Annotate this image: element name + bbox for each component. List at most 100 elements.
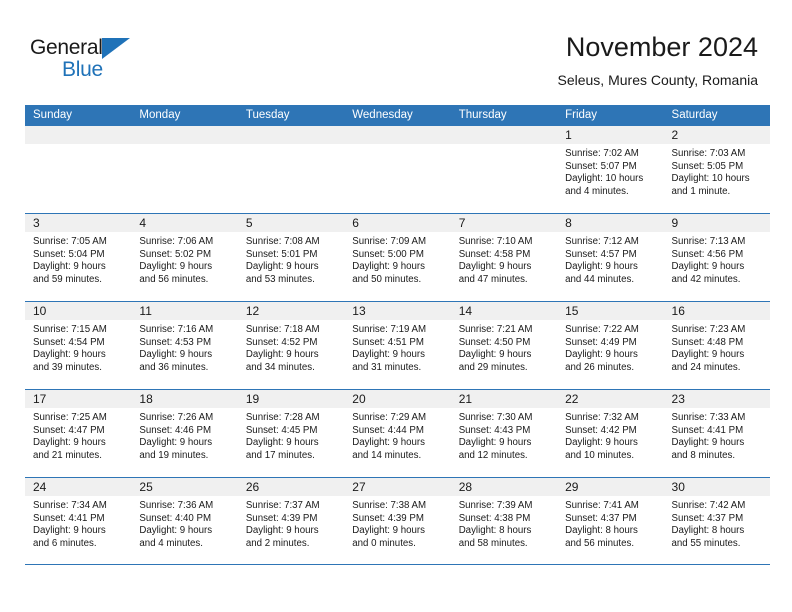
day-cell-26[interactable]: 26 Sunrise: 7:37 AM Sunset: 4:39 PM Dayligh…	[237, 478, 345, 564]
day-cell-12[interactable]: 12 Sunrise: 7:18 AM Sunset: 4:52 PM Dayligh…	[237, 302, 345, 389]
day-number-band: 5	[237, 214, 345, 232]
day-detail-line: Sunset: 4:46 PM	[139, 424, 212, 436]
day-detail-line: Sunset: 4:48 PM	[671, 336, 744, 348]
day-detail-line: Sunrise: 7:19 AM	[352, 324, 427, 335]
day-number-band: 23	[663, 390, 770, 408]
day-detail-line: Sunset: 4:43 PM	[458, 424, 531, 436]
day-cell-empty	[450, 126, 558, 213]
day-detail-line: Sunrise: 7:12 AM	[565, 236, 639, 247]
day-cell-30[interactable]: 30 Sunrise: 7:42 AM Sunset: 4:37 PM Dayligh…	[663, 478, 770, 564]
day-cell-10[interactable]: 10 Sunrise: 7:15 AM Sunset: 4:54 PM Dayligh…	[25, 302, 132, 389]
day-details: Sunrise: 7:26 AM Sunset: 4:46 PM Daylight:…	[131, 408, 237, 462]
day-cell-16[interactable]: 16 Sunrise: 7:23 AM Sunset: 4:48 PM Dayligh…	[663, 302, 770, 389]
day-detail-line: Daylight: 10 hours	[565, 173, 644, 185]
day-cell-25[interactable]: 25 Sunrise: 7:36 AM Sunset: 4:40 PM Dayligh…	[131, 478, 238, 564]
day-cell-11[interactable]: 11 Sunrise: 7:16 AM Sunset: 4:53 PM Dayligh…	[131, 302, 238, 389]
day-detail-line: Daylight: 9 hours	[352, 437, 425, 449]
day-detail-line: and 44 minutes.	[565, 273, 635, 285]
day-cell-13[interactable]: 13 Sunrise: 7:19 AM Sunset: 4:51 PM Dayligh…	[344, 302, 451, 389]
day-detail-line: and 2 minutes.	[245, 537, 310, 549]
day-cell-15[interactable]: 15 Sunrise: 7:22 AM Sunset: 4:49 PM Dayligh…	[557, 302, 664, 389]
day-number: 25	[139, 480, 153, 494]
day-number-band: 20	[344, 390, 451, 408]
day-details: Sunrise: 7:18 AM Sunset: 4:52 PM Daylight:…	[238, 320, 344, 374]
day-cell-18[interactable]: 18 Sunrise: 7:26 AM Sunset: 4:46 PM Dayligh…	[131, 390, 238, 477]
weekday-header-saturday: Saturday	[671, 109, 718, 121]
day-number: 26	[245, 480, 260, 494]
day-cell-6[interactable]: 6 Sunrise: 7:09 AM Sunset: 5:00 PM Daylight…	[344, 214, 451, 301]
day-details: Sunrise: 7:15 AM Sunset: 4:54 PM Daylight:…	[25, 320, 131, 374]
day-detail-line: Daylight: 9 hours	[352, 261, 425, 273]
day-detail-line: and 8 minutes.	[671, 449, 736, 461]
day-number: 11	[139, 304, 152, 318]
day-number: 14	[458, 304, 473, 318]
day-cell-2[interactable]: 2 Sunrise: 7:03 AM Sunset: 5:05 PM Daylight…	[663, 126, 770, 213]
day-cell-14[interactable]: 14 Sunrise: 7:21 AM Sunset: 4:50 PM Dayligh…	[450, 302, 558, 389]
day-details: Sunrise: 7:12 AM Sunset: 4:57 PM Daylight:…	[557, 232, 663, 286]
day-number-band: 7	[450, 214, 558, 232]
day-detail-line: Sunrise: 7:22 AM	[565, 324, 639, 335]
day-cell-22[interactable]: 22 Sunrise: 7:32 AM Sunset: 4:42 PM Dayligh…	[557, 390, 664, 477]
day-details: Sunrise: 7:13 AM Sunset: 4:56 PM Daylight:…	[664, 232, 770, 286]
day-cell-28[interactable]: 28 Sunrise: 7:39 AM Sunset: 4:38 PM Dayligh…	[450, 478, 558, 564]
day-detail-line: and 1 minute.	[671, 185, 731, 197]
day-details: Sunrise: 7:02 AM Sunset: 5:07 PM Daylight:…	[557, 144, 663, 198]
day-detail-line: Daylight: 9 hours	[671, 349, 745, 361]
day-cell-1[interactable]: 1 Sunrise: 7:02 AM Sunset: 5:07 PM Daylight…	[557, 126, 664, 213]
day-cell-23[interactable]: 23 Sunrise: 7:33 AM Sunset: 4:41 PM Dayligh…	[663, 390, 770, 477]
day-number-band: 2	[663, 126, 770, 144]
day-cell-5[interactable]: 5 Sunrise: 7:08 AM Sunset: 5:01 PM Daylight…	[237, 214, 345, 301]
day-detail-line: Sunrise: 7:32 AM	[565, 412, 639, 423]
day-number-band: 1	[557, 126, 664, 144]
day-number-band: 26	[237, 478, 345, 496]
day-detail-line: Sunrise: 7:36 AM	[139, 500, 214, 511]
day-detail-line: and 58 minutes.	[458, 537, 528, 549]
day-cell-17[interactable]: 17 Sunrise: 7:25 AM Sunset: 4:47 PM Dayligh…	[25, 390, 132, 477]
day-detail-line: Sunset: 4:54 PM	[33, 336, 105, 348]
day-details	[344, 144, 450, 148]
day-cell-3[interactable]: 3 Sunrise: 7:05 AM Sunset: 5:04 PM Daylight…	[25, 214, 132, 301]
day-cell-8[interactable]: 8 Sunrise: 7:12 AM Sunset: 4:57 PM Daylight…	[557, 214, 664, 301]
day-number-band: 18	[131, 390, 238, 408]
day-cell-19[interactable]: 19 Sunrise: 7:28 AM Sunset: 4:45 PM Dayligh…	[237, 390, 345, 477]
day-cell-21[interactable]: 21 Sunrise: 7:30 AM Sunset: 4:43 PM Dayligh…	[450, 390, 558, 477]
day-cell-4[interactable]: 4 Sunrise: 7:06 AM Sunset: 5:02 PM Daylight…	[131, 214, 238, 301]
day-detail-line: Sunset: 4:37 PM	[671, 512, 744, 524]
day-detail-line: Daylight: 9 hours	[33, 437, 106, 449]
day-detail-line: and 29 minutes.	[458, 361, 528, 373]
weekday-header-row: Sunday Monday Tuesday Wednesday Thursday Frid…	[25, 105, 770, 125]
day-cell-20[interactable]: 20 Sunrise: 7:29 AM Sunset: 4:44 PM Dayligh…	[344, 390, 451, 477]
day-detail-line: Sunrise: 7:21 AM	[458, 324, 533, 335]
day-number: 24	[33, 480, 47, 494]
day-number-band: 29	[557, 478, 664, 496]
day-number-band	[344, 126, 451, 144]
day-detail-line: Sunrise: 7:37 AM	[245, 500, 320, 511]
day-detail-line: Sunset: 4:58 PM	[458, 248, 531, 260]
day-detail-line: Sunset: 4:38 PM	[458, 512, 531, 524]
day-detail-line: Sunrise: 7:42 AM	[671, 500, 746, 511]
calendar-week-row: 10 Sunrise: 7:15 AM Sunset: 4:54 PM Dayligh…	[25, 301, 770, 389]
day-cell-7[interactable]: 7 Sunrise: 7:10 AM Sunset: 4:58 PM Daylight…	[450, 214, 558, 301]
day-details: Sunrise: 7:08 AM Sunset: 5:01 PM Daylight:…	[238, 232, 344, 286]
day-details: Sunrise: 7:41 AM Sunset: 4:37 PM Daylight:…	[557, 496, 663, 550]
day-detail-line: Sunset: 4:44 PM	[352, 424, 424, 436]
day-detail-line: Sunrise: 7:34 AM	[33, 500, 107, 511]
day-cell-24[interactable]: 24 Sunrise: 7:34 AM Sunset: 4:41 PM Dayligh…	[25, 478, 132, 564]
day-cell-29[interactable]: 29 Sunrise: 7:41 AM Sunset: 4:37 PM Dayligh…	[557, 478, 664, 564]
day-number: 5	[245, 216, 253, 230]
day-detail-line: and 6 minutes.	[33, 537, 97, 549]
day-details: Sunrise: 7:03 AM Sunset: 5:05 PM Daylight:…	[664, 144, 770, 198]
day-details: Sunrise: 7:39 AM Sunset: 4:38 PM Daylight:…	[451, 496, 557, 550]
day-detail-line: Sunrise: 7:05 AM	[33, 236, 107, 247]
location-subtitle: Seleus, Mures County, Romania	[557, 72, 759, 88]
day-cell-9[interactable]: 9 Sunrise: 7:13 AM Sunset: 4:56 PM Daylight…	[663, 214, 770, 301]
day-number-band: 17	[25, 390, 132, 408]
day-detail-line: Sunset: 4:51 PM	[352, 336, 424, 348]
day-detail-line: and 53 minutes.	[245, 273, 315, 285]
calendar-week-row: 3 Sunrise: 7:05 AM Sunset: 5:04 PM Daylight…	[25, 213, 770, 301]
day-detail-line: and 4 minutes.	[565, 185, 629, 197]
day-detail-line: Sunset: 5:05 PM	[671, 160, 744, 172]
day-number-band: 13	[344, 302, 451, 320]
day-cell-27[interactable]: 27 Sunrise: 7:38 AM Sunset: 4:39 PM Dayligh…	[344, 478, 451, 564]
day-details: Sunrise: 7:10 AM Sunset: 4:58 PM Daylight:…	[451, 232, 557, 286]
